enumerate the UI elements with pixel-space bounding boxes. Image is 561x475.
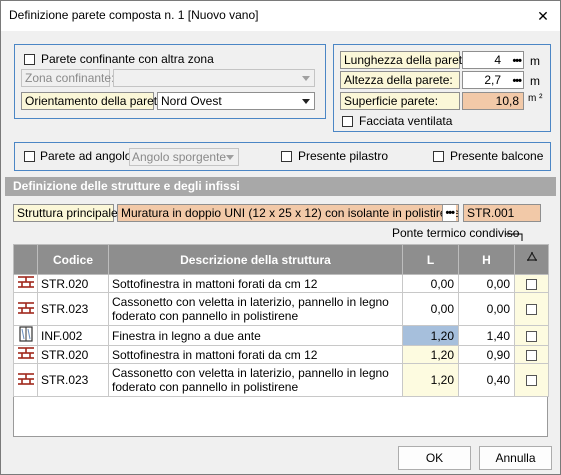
row-code: STR.023 bbox=[37, 292, 109, 326]
parete-confinante-label: Parete confinante con altra zona bbox=[41, 52, 214, 66]
unit-m2: m ² bbox=[528, 93, 543, 104]
parete-confinante-checkbox[interactable] bbox=[24, 54, 35, 65]
left-group: Parete confinante con altra zona Zona co… bbox=[14, 44, 326, 119]
table-row[interactable]: STR.020 Sottofinestra in mattoni forati … bbox=[13, 274, 549, 293]
table-row[interactable]: STR.023 Cassonetto con veletta in lateri… bbox=[13, 292, 549, 326]
presente-balcone-checkbox[interactable] bbox=[433, 151, 444, 162]
brick-wall-icon bbox=[13, 345, 38, 364]
cancel-button[interactable]: Annulla bbox=[479, 446, 552, 470]
h-column-header[interactable]: H bbox=[458, 244, 515, 275]
row-l-selected[interactable]: 1,20 bbox=[402, 325, 459, 346]
ok-button[interactable]: OK bbox=[398, 446, 471, 470]
row-description: Sottofinestra in mattoni forati da cm 12 bbox=[108, 345, 403, 364]
ellipsis-icon[interactable]: ••• bbox=[512, 73, 522, 88]
row-h[interactable]: 0,90 bbox=[458, 345, 515, 364]
ponte-termico-label: Ponte termico condiviso bbox=[392, 226, 520, 240]
facciata-ventilata-label: Facciata ventilata bbox=[359, 114, 453, 128]
codice-column-header[interactable]: Codice bbox=[37, 244, 109, 275]
altezza-label: Altezza della parete: bbox=[340, 71, 460, 89]
window-title: Definizione parete composta n. 1 [Nuovo … bbox=[9, 8, 259, 22]
row-h[interactable]: 0,00 bbox=[458, 292, 515, 326]
row-l[interactable]: 0,00 bbox=[402, 292, 459, 326]
row-description: Cassonetto con veletta in laterizio, pan… bbox=[108, 363, 403, 397]
close-icon[interactable]: ✕ bbox=[532, 5, 554, 27]
row-ponte-checkbox[interactable] bbox=[514, 363, 549, 397]
row-code: STR.020 bbox=[37, 345, 109, 364]
row-description: Sottofinestra in mattoni forati da cm 12 bbox=[108, 274, 403, 293]
ponte-termico-connector bbox=[506, 233, 523, 241]
row-h[interactable]: 0,00 bbox=[458, 274, 515, 293]
zona-confinante-label: Zona confinante: bbox=[21, 69, 114, 87]
zona-confinante-select[interactable] bbox=[113, 69, 315, 87]
descrizione-column-header[interactable]: Descrizione della struttura bbox=[108, 244, 403, 275]
row-l[interactable]: 1,20 bbox=[402, 363, 459, 397]
struttura-principale-code: STR.001 bbox=[463, 204, 541, 222]
ellipsis-icon[interactable]: ••• bbox=[442, 205, 456, 221]
lunghezza-label: Lunghezza della parete: bbox=[340, 51, 472, 69]
altezza-input[interactable]: 2,7 ••• bbox=[462, 71, 524, 89]
row-description: Cassonetto con veletta in laterizio, pan… bbox=[108, 292, 403, 326]
superficie-label: Superficie parete: bbox=[340, 92, 460, 110]
orientamento-value: Nord Ovest bbox=[161, 94, 222, 108]
angolo-select[interactable]: Angolo sporgente bbox=[129, 148, 239, 166]
presente-balcone-label: Presente balcone bbox=[450, 149, 544, 163]
row-l[interactable]: 0,00 bbox=[402, 274, 459, 293]
brick-wall-icon bbox=[13, 292, 38, 326]
row-code: STR.020 bbox=[37, 274, 109, 293]
right-group: Lunghezza della parete: 4 ••• m Altezza … bbox=[333, 44, 551, 132]
brick-wall-icon bbox=[13, 363, 38, 397]
presente-pilastro-checkbox[interactable] bbox=[281, 151, 292, 162]
facciata-ventilata-checkbox[interactable] bbox=[342, 116, 353, 127]
brick-wall-icon bbox=[13, 274, 38, 293]
row-ponte-checkbox[interactable] bbox=[514, 292, 549, 326]
table-row[interactable]: STR.020 Sottofinestra in mattoni forati … bbox=[13, 345, 549, 364]
row-ponte-checkbox[interactable] bbox=[514, 345, 549, 364]
chevron-down-icon bbox=[302, 99, 310, 104]
section-header: Definizione delle strutture e degli infi… bbox=[5, 177, 556, 196]
structures-table: Codice Descrizione della struttura L H S… bbox=[13, 244, 549, 397]
superficie-value: 10,8 bbox=[462, 92, 524, 110]
l-column-header[interactable]: L bbox=[402, 244, 459, 275]
row-h[interactable]: 1,40 bbox=[458, 325, 515, 346]
row-code: INF.002 bbox=[37, 325, 109, 346]
row-ponte-checkbox[interactable] bbox=[514, 274, 549, 293]
struttura-principale-field[interactable]: Muratura in doppio UNI (12 x 25 x 12) co… bbox=[117, 204, 459, 222]
mid-group: Parete ad angolo Angolo sporgente Presen… bbox=[14, 142, 551, 171]
table-row[interactable]: STR.023 Cassonetto con veletta in lateri… bbox=[13, 363, 549, 397]
row-l[interactable]: 1,20 bbox=[402, 345, 459, 364]
icon-column-header bbox=[13, 244, 38, 275]
presente-pilastro-label: Presente pilastro bbox=[298, 149, 389, 163]
chevron-down-icon bbox=[226, 155, 234, 160]
ellipsis-icon[interactable]: ••• bbox=[512, 53, 522, 68]
row-h[interactable]: 0,40 bbox=[458, 363, 515, 397]
orientamento-select[interactable]: Nord Ovest bbox=[157, 92, 315, 110]
recycle-icon bbox=[514, 244, 549, 275]
title-bar: Definizione parete composta n. 1 [Nuovo … bbox=[1, 1, 560, 31]
parete-ad-angolo-checkbox[interactable] bbox=[24, 151, 35, 162]
orientamento-label: Orientamento della parete: bbox=[21, 92, 167, 110]
unit-m: m bbox=[530, 54, 540, 68]
row-description: Finestra in legno a due ante bbox=[108, 325, 403, 346]
struttura-principale-label: Struttura principale: bbox=[13, 204, 121, 222]
unit-m: m bbox=[530, 74, 540, 88]
parete-ad-angolo-label: Parete ad angolo bbox=[40, 149, 132, 163]
chevron-down-icon bbox=[302, 76, 310, 81]
dialog-window: Definizione parete composta n. 1 [Nuovo … bbox=[0, 0, 561, 475]
row-ponte-checkbox[interactable] bbox=[514, 325, 549, 346]
window-icon bbox=[13, 325, 38, 346]
row-code: STR.023 bbox=[37, 363, 109, 397]
table-row[interactable]: INF.002 Finestra in legno a due ante 1,2… bbox=[13, 325, 549, 346]
lunghezza-input[interactable]: 4 ••• bbox=[462, 51, 524, 69]
